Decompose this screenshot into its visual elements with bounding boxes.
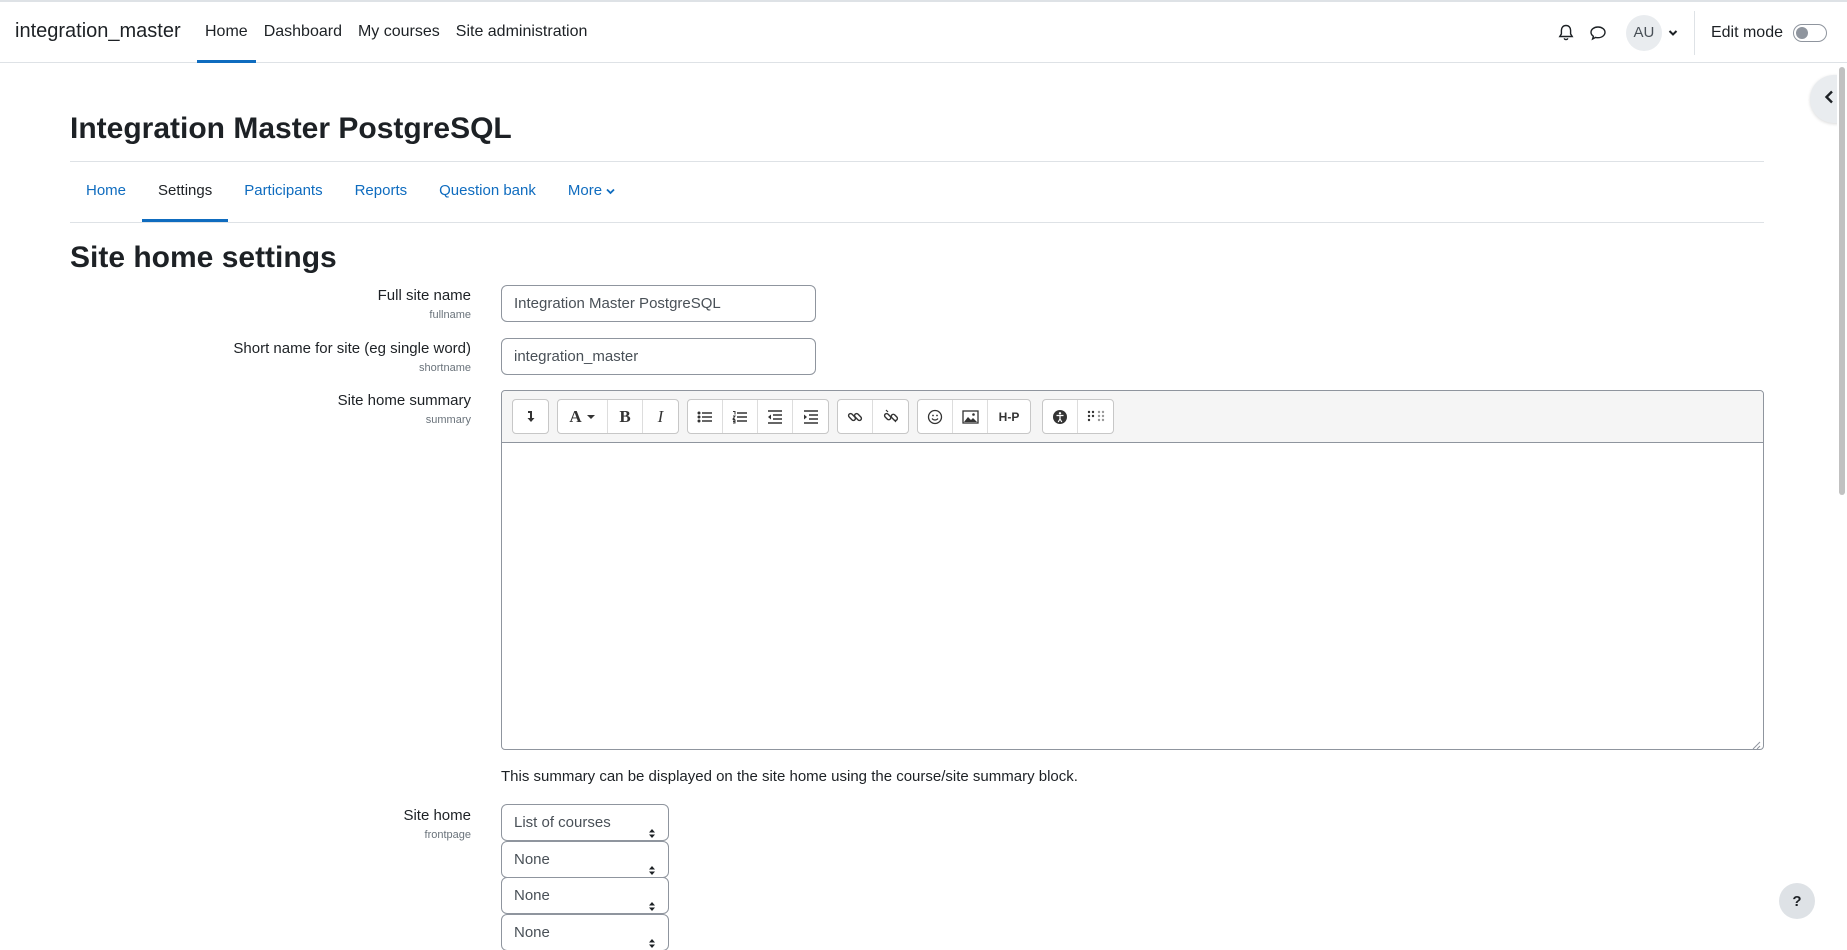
- shortname-sublabel: shortname: [419, 362, 471, 374]
- section-title: Site home settings: [70, 241, 337, 274]
- nav-dashboard[interactable]: Dashboard: [256, 2, 350, 63]
- user-avatar[interactable]: AU: [1625, 14, 1662, 51]
- fullname-sublabel: fullname: [429, 309, 471, 321]
- edit-mode-switch[interactable]: Edit mode: [1695, 23, 1847, 42]
- ordered-list-icon[interactable]: [723, 400, 758, 433]
- frontpage-select-3-value: None: [514, 887, 550, 904]
- help-button[interactable]: ?: [1779, 883, 1815, 919]
- frontpage-select-4-value: None: [514, 924, 550, 941]
- primary-navigation: Home Dashboard My courses Site administr…: [197, 2, 595, 63]
- frontpage-label: Site home: [403, 807, 471, 824]
- notifications-icon[interactable]: [1550, 17, 1582, 49]
- tab-more-label: More: [567, 182, 603, 199]
- nav-home[interactable]: Home: [197, 2, 256, 63]
- bold-icon[interactable]: B: [608, 400, 643, 433]
- tabs-divider: [70, 222, 1764, 223]
- tab-reports[interactable]: Reports: [339, 162, 424, 222]
- frontpage-select-3[interactable]: None: [501, 877, 669, 914]
- shortname-field[interactable]: [501, 338, 816, 375]
- site-brand[interactable]: integration_master: [15, 20, 181, 43]
- user-menu-chevron-down-icon[interactable]: [1668, 24, 1678, 41]
- select-arrows-icon: [648, 927, 656, 950]
- unordered-list-icon[interactable]: [688, 400, 723, 433]
- collapse-icon[interactable]: [513, 400, 548, 433]
- emoji-icon[interactable]: [918, 400, 953, 433]
- messages-icon[interactable]: [1582, 17, 1614, 49]
- chevron-down-icon: [606, 182, 615, 199]
- toolbar-group-media: H-P: [917, 399, 1031, 434]
- tab-participants[interactable]: Participants: [228, 162, 338, 222]
- tab-question-bank[interactable]: Question bank: [423, 162, 552, 222]
- fullname-label: Full site name: [377, 287, 471, 304]
- nav-my-courses[interactable]: My courses: [350, 2, 448, 63]
- accessibility-checker-icon[interactable]: [1043, 400, 1078, 433]
- frontpage-select-1-value: List of courses: [514, 814, 611, 831]
- unlink-icon[interactable]: [873, 400, 908, 433]
- fullname-field[interactable]: [501, 285, 816, 322]
- edit-mode-label: Edit mode: [1710, 23, 1783, 41]
- scrollbar-thumb[interactable]: [1839, 67, 1845, 495]
- toolbar-group-style: A B I: [557, 399, 679, 434]
- image-icon[interactable]: [953, 400, 988, 433]
- top-navbar: integration_master Home Dashboard My cou…: [0, 0, 1847, 63]
- resize-handle-icon[interactable]: [1751, 737, 1761, 750]
- frontpage-select-1[interactable]: List of courses: [501, 804, 669, 841]
- toolbar-group-lists: [687, 399, 829, 434]
- frontpage-select-2-value: None: [514, 851, 550, 868]
- editor-toolbar: A B I H-P: [502, 391, 1763, 443]
- secondary-navigation: Home Settings Participants Reports Quest…: [70, 162, 631, 222]
- indent-icon[interactable]: [793, 400, 828, 433]
- italic-icon[interactable]: I: [643, 400, 678, 433]
- summary-editor: A B I H-P: [501, 390, 1764, 750]
- frontpage-select-2[interactable]: None: [501, 841, 669, 878]
- summary-editor-content[interactable]: [502, 443, 1763, 749]
- toolbar-group-accessibility: [1042, 399, 1114, 434]
- nav-site-administration[interactable]: Site administration: [448, 2, 596, 63]
- navbar-right: AU Edit mode: [1550, 2, 1847, 63]
- tab-settings[interactable]: Settings: [142, 162, 229, 222]
- summary-label: Site home summary: [337, 392, 471, 409]
- frontpage-sublabel: frontpage: [424, 829, 471, 841]
- font-style-icon[interactable]: A: [558, 400, 608, 433]
- frontpage-select-4[interactable]: None: [501, 914, 669, 950]
- page-scrollbar[interactable]: [1837, 63, 1847, 950]
- tab-home[interactable]: Home: [70, 162, 142, 222]
- edit-mode-toggle[interactable]: [1793, 23, 1827, 42]
- shortname-label: Short name for site (eg single word): [233, 340, 471, 357]
- summary-help-text: This summary can be displayed on the sit…: [501, 768, 1078, 785]
- h5p-icon[interactable]: H-P: [988, 400, 1030, 433]
- chevron-left-icon: [1824, 90, 1834, 108]
- page-title: Integration Master PostgreSQL: [70, 112, 512, 145]
- toolbar-group-links: [837, 399, 909, 434]
- tab-more[interactable]: More: [552, 162, 631, 222]
- screenreader-helper-icon[interactable]: [1078, 400, 1113, 433]
- summary-sublabel: summary: [425, 414, 471, 426]
- toolbar-group-collapse: [512, 399, 549, 434]
- outdent-icon[interactable]: [758, 400, 793, 433]
- link-icon[interactable]: [838, 400, 873, 433]
